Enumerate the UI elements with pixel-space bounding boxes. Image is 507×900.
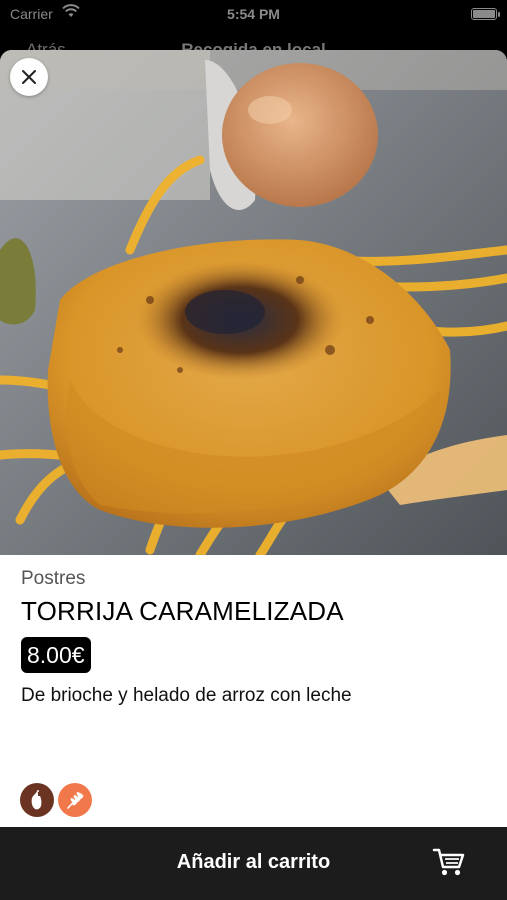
- product-image: [0, 50, 507, 555]
- allergen-list: [20, 783, 92, 817]
- status-time: 5:54 PM: [227, 6, 280, 22]
- product-category: Postres: [21, 568, 86, 589]
- close-button[interactable]: [10, 58, 48, 96]
- close-icon: [22, 70, 36, 84]
- price-badge: 8.00€: [21, 637, 91, 673]
- product-detail-sheet: Postres TORRIJA CARAMELIZADA 8.00€ De br…: [0, 50, 507, 900]
- add-to-cart-bar[interactable]: Añadir al carrito: [0, 827, 507, 900]
- product-description: De brioche y helado de arroz con leche: [21, 685, 352, 706]
- milk-icon: [20, 783, 54, 817]
- status-bar: Carrier 5:54 PM: [0, 0, 507, 28]
- battery-icon: [471, 8, 500, 20]
- add-to-cart-button[interactable]: Añadir al carrito: [0, 851, 507, 874]
- cart-icon[interactable]: [432, 845, 466, 879]
- gluten-icon: [58, 783, 92, 817]
- product-name: TORRIJA CARAMELIZADA: [21, 596, 344, 626]
